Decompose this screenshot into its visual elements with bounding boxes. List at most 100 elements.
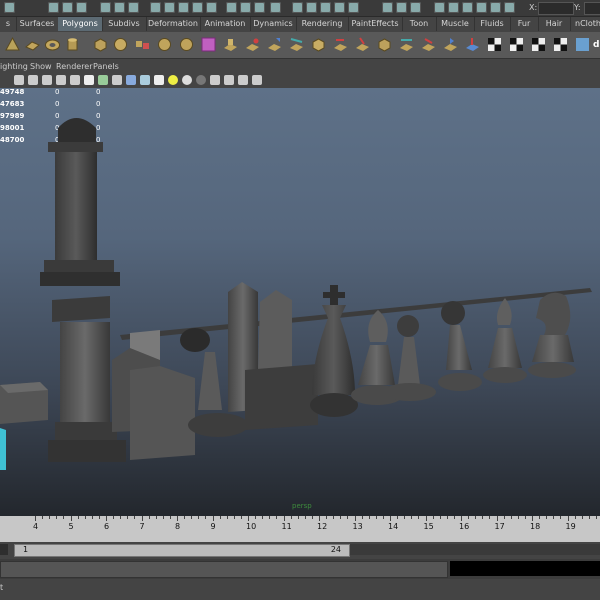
- numeric-input-icon[interactable]: [490, 2, 501, 13]
- light-icon[interactable]: [348, 2, 359, 13]
- ipr-render-icon[interactable]: [306, 2, 317, 13]
- render-icon[interactable]: [292, 2, 303, 13]
- split-poly-icon[interactable]: [288, 36, 305, 53]
- xray-icon[interactable]: [112, 75, 122, 85]
- ambient-occlusion-icon[interactable]: [182, 75, 192, 85]
- tab-polygons[interactable]: Polygons: [58, 17, 103, 31]
- menu-panels[interactable]: Panels: [93, 60, 119, 73]
- smooth-shade-icon[interactable]: [28, 75, 38, 85]
- tab-animation[interactable]: Animation: [200, 17, 251, 31]
- uv-checker-icon[interactable]: [486, 36, 503, 53]
- text-display-icon[interactable]: [98, 75, 108, 85]
- snap-curve-icon[interactable]: [240, 2, 251, 13]
- share-icon[interactable]: [252, 75, 262, 85]
- tab-ncloth[interactable]: nCloth: [570, 17, 600, 31]
- smooth-icon[interactable]: [178, 36, 195, 53]
- poly-sphere-icon[interactable]: [112, 36, 129, 53]
- extrude-icon[interactable]: [222, 36, 239, 53]
- perspective-viewport[interactable]: 49748 0 0 47683 0 0 97989 0 0 98001 0 0 …: [0, 88, 600, 516]
- poly-cone-icon[interactable]: [4, 36, 21, 53]
- save-scene-icon[interactable]: [76, 2, 87, 13]
- bridge-icon[interactable]: [244, 36, 261, 53]
- merge-icon[interactable]: [398, 36, 415, 53]
- channel-box-icon[interactable]: [410, 2, 421, 13]
- combine-icon[interactable]: [134, 36, 151, 53]
- attribute-editor-icon[interactable]: [382, 2, 393, 13]
- new-scene-icon[interactable]: [48, 2, 59, 13]
- mel-input[interactable]: [0, 561, 448, 578]
- grid-toggle-icon[interactable]: [238, 75, 248, 85]
- absolute-icon[interactable]: [448, 2, 459, 13]
- offset-edge-loop-icon[interactable]: [332, 36, 349, 53]
- select-component-icon[interactable]: [128, 2, 139, 13]
- transform-mode-icon[interactable]: [434, 2, 445, 13]
- uv-checker-icon[interactable]: [552, 36, 569, 53]
- open-scene-icon[interactable]: [62, 2, 73, 13]
- x-coord-field[interactable]: [538, 2, 574, 15]
- insert-edge-loop-icon[interactable]: [310, 36, 327, 53]
- menu-show[interactable]: Show: [30, 60, 52, 73]
- texture-icon[interactable]: [84, 75, 94, 85]
- mask-icon[interactable]: [164, 2, 175, 13]
- wireframe-icon[interactable]: [14, 75, 24, 85]
- flat-shade-icon[interactable]: [70, 75, 80, 85]
- select-object-icon[interactable]: [114, 2, 125, 13]
- default-light-icon[interactable]: [126, 75, 136, 85]
- render-settings-icon[interactable]: [320, 2, 331, 13]
- points-icon[interactable]: [56, 75, 66, 85]
- light-bulb-icon[interactable]: [168, 75, 178, 85]
- menu-lighting[interactable]: ighting: [0, 60, 28, 73]
- mask-icon[interactable]: [192, 2, 203, 13]
- collapse-icon[interactable]: [442, 36, 459, 53]
- tab-deformation[interactable]: Deformation: [146, 17, 201, 31]
- hud-toggle-icon[interactable]: [210, 75, 220, 85]
- hypershade-icon[interactable]: [334, 2, 345, 13]
- append-poly-icon[interactable]: [266, 36, 283, 53]
- tab-toon[interactable]: Toon: [402, 17, 437, 31]
- snap-point-icon[interactable]: [254, 2, 265, 13]
- tab-hair[interactable]: Hair: [538, 17, 571, 31]
- range-start-field[interactable]: [0, 544, 8, 555]
- tab-painteffects[interactable]: PaintEffects: [348, 17, 403, 31]
- tool-icon[interactable]: [4, 2, 15, 13]
- poly-cube-icon[interactable]: [92, 36, 109, 53]
- uv-checker-icon[interactable]: [508, 36, 525, 53]
- tab-surfaces[interactable]: Surfaces: [16, 17, 59, 31]
- mask-icon[interactable]: [206, 2, 217, 13]
- planar-mapping-icon[interactable]: [464, 36, 481, 53]
- tab-dynamics[interactable]: Dynamics: [250, 17, 297, 31]
- snap-grid-icon[interactable]: [226, 2, 237, 13]
- tool-settings-icon[interactable]: [396, 2, 407, 13]
- tab-shelf-prev[interactable]: s: [0, 17, 17, 31]
- poly-cube-selected-icon[interactable]: [200, 36, 217, 53]
- poly-torus-icon[interactable]: [44, 36, 61, 53]
- numeric-input-icon[interactable]: [504, 2, 515, 13]
- separate-icon[interactable]: [156, 36, 173, 53]
- mask-icon[interactable]: [150, 2, 161, 13]
- poly-plane-icon[interactable]: [24, 36, 41, 53]
- motion-blur-icon[interactable]: [196, 75, 206, 85]
- relative-icon[interactable]: [462, 2, 473, 13]
- all-lights-icon[interactable]: [140, 75, 150, 85]
- uv-checker-icon[interactable]: [530, 36, 547, 53]
- bounding-box-icon[interactable]: [42, 75, 52, 85]
- tab-muscle[interactable]: Muscle: [436, 17, 475, 31]
- tab-subdivs[interactable]: Subdivs: [102, 17, 147, 31]
- delete-edge-icon[interactable]: [420, 36, 437, 53]
- poly-cylinder-icon[interactable]: [64, 36, 81, 53]
- time-slider[interactable]: 4 5 6 7 8 9 10 11 12 13 14 15 16 17 18 19: [0, 516, 600, 542]
- history-icon[interactable]: [270, 2, 281, 13]
- rename-icon[interactable]: [476, 2, 487, 13]
- tab-fur[interactable]: Fur: [510, 17, 539, 31]
- shadows-icon[interactable]: [154, 75, 164, 85]
- bevel-icon[interactable]: [376, 36, 393, 53]
- tab-fluids[interactable]: Fluids: [474, 17, 511, 31]
- wedge-icon[interactable]: [354, 36, 371, 53]
- isolate-icon[interactable]: [224, 75, 234, 85]
- range-bar[interactable]: 1 24: [14, 544, 350, 557]
- tab-rendering[interactable]: Rendering: [296, 17, 349, 31]
- menu-renderer[interactable]: Renderer: [56, 60, 93, 73]
- y-coord-field[interactable]: [584, 2, 600, 15]
- mask-icon[interactable]: [178, 2, 189, 13]
- shelf-settings-icon[interactable]: [574, 36, 591, 53]
